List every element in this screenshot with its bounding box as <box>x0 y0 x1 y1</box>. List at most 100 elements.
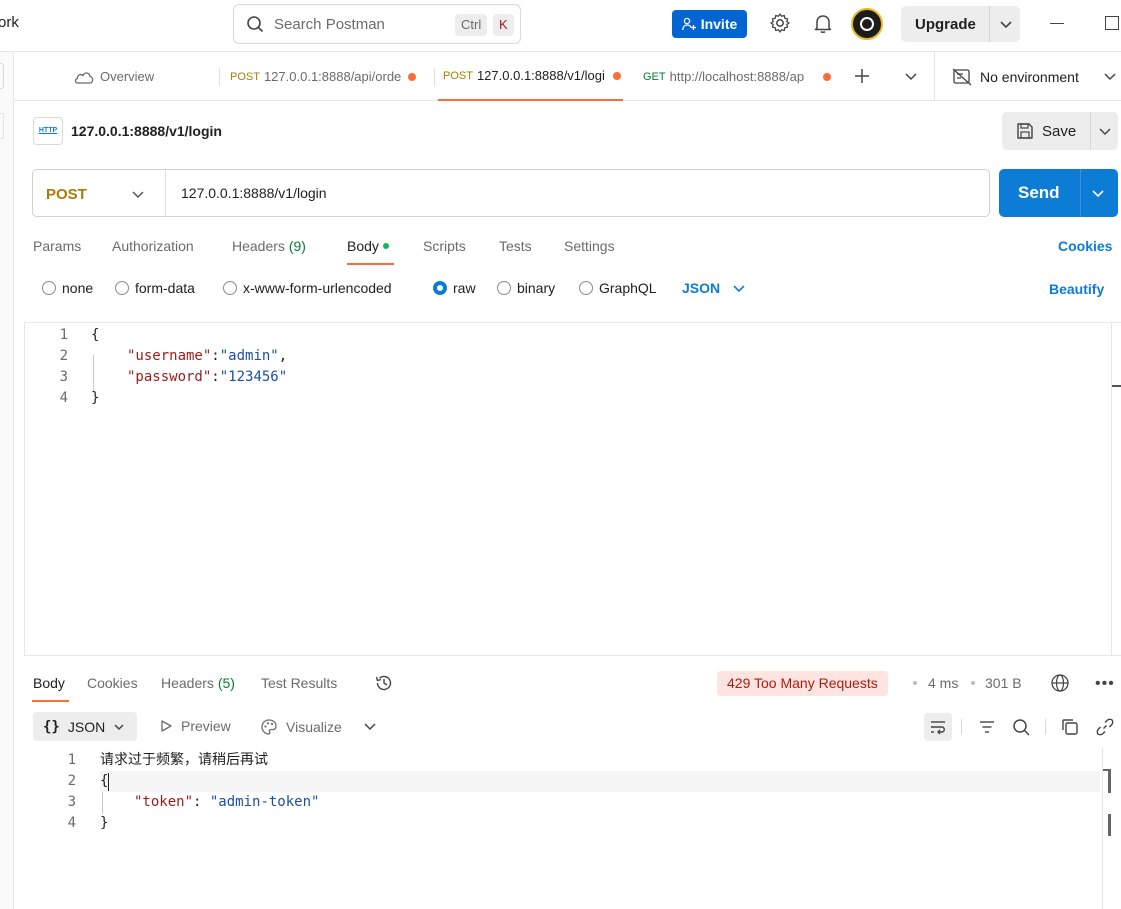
code-line: "username":"admin", <box>127 346 287 367</box>
http-request-icon: HTTP <box>33 117 63 145</box>
method-select[interactable]: POST <box>46 186 87 203</box>
beautify-link[interactable]: Beautify <box>1049 281 1104 297</box>
radio-circle <box>223 281 237 295</box>
active-tab-underline <box>347 263 394 265</box>
response-tab-headers[interactable]: Headers (5) <box>161 675 235 691</box>
top-bar: ork Search Postman Ctrl K Invite Upgrade <box>0 0 1121 52</box>
code-line: } <box>91 390 100 406</box>
radio-urlencoded[interactable]: x-www-form-urlencoded <box>223 280 392 296</box>
more-options-icon[interactable]: ••• <box>1095 675 1115 692</box>
response-size[interactable]: 301 B <box>985 675 1022 691</box>
chevron-down-icon[interactable] <box>1097 123 1113 139</box>
send-label: Send <box>1018 183 1060 202</box>
response-format-select[interactable]: {} JSON <box>33 712 137 741</box>
preview-button[interactable]: Preview <box>159 718 231 734</box>
chevron-down-icon[interactable] <box>1102 68 1118 84</box>
radio-graphql[interactable]: GraphQL <box>579 280 657 296</box>
environment-selector[interactable]: No environment <box>952 52 1079 101</box>
radio-raw[interactable]: raw <box>433 280 476 296</box>
search-placeholder: Search Postman <box>274 16 385 33</box>
tab-body-label: Body <box>347 238 379 254</box>
unsaved-dot <box>822 72 831 81</box>
url-input[interactable]: 127.0.0.1:8888/v1/login <box>181 185 327 201</box>
tab-method: GET <box>643 70 666 83</box>
json-value: "admin" <box>219 348 279 364</box>
request-title-row: HTTP 127.0.0.1:8888/v1/login Save <box>14 102 1121 160</box>
sidebar-edge-control[interactable] <box>0 63 4 89</box>
request-body-editor[interactable]: 1 2 3 4 { "username":"admin", "password"… <box>24 322 1121 656</box>
unsaved-dot <box>407 72 416 81</box>
status-badge[interactable]: 429 Too Many Requests <box>717 671 888 696</box>
upgrade-button[interactable]: Upgrade <box>901 6 1020 42</box>
tab-url: 127.0.0.1:8888/api/orde <box>263 69 402 84</box>
radio-circle-selected <box>433 281 447 295</box>
chevron-down-icon[interactable] <box>130 186 146 202</box>
chevron-down-icon[interactable] <box>363 719 377 733</box>
filter-icon[interactable] <box>977 717 997 737</box>
chevron-down-icon[interactable] <box>997 15 1015 33</box>
language-select[interactable]: JSON <box>682 280 746 296</box>
response-tab-cookies[interactable]: Cookies <box>87 675 138 691</box>
search-icon[interactable] <box>1011 717 1031 737</box>
radio-binary[interactable]: binary <box>497 280 555 296</box>
send-button[interactable]: Send <box>999 169 1118 217</box>
tab-headers[interactable]: Headers (9) <box>232 238 306 254</box>
line-number: 2 <box>67 773 76 789</box>
visualize-button[interactable]: Visualize <box>260 718 342 736</box>
tab-settings[interactable]: Settings <box>564 238 615 254</box>
json-value: "123456" <box>219 369 288 385</box>
avatar[interactable] <box>851 8 883 40</box>
visualize-label: Visualize <box>286 719 342 735</box>
tab-params[interactable]: Params <box>33 238 81 254</box>
language-label: JSON <box>682 280 721 296</box>
tab-overview[interactable]: Overview <box>74 52 154 101</box>
response-tabs: Body Cookies Headers (5) Test Results 42… <box>14 666 1121 702</box>
tab-body[interactable]: Body <box>347 238 389 254</box>
bell-icon[interactable] <box>812 12 834 34</box>
request-name[interactable]: 127.0.0.1:8888/v1/login <box>71 123 222 139</box>
tabs-overflow-chevron-icon[interactable] <box>903 68 919 84</box>
code-line: { <box>91 327 100 343</box>
chevron-down-icon <box>114 723 124 730</box>
link-icon[interactable] <box>1095 717 1115 737</box>
sidebar-edge-control[interactable] <box>0 113 4 139</box>
toolbar-divider <box>961 719 962 735</box>
tab-request-localhost[interactable]: GET http://localhost:8888/ap <box>643 52 833 101</box>
response-body-viewer[interactable]: 1 2 3 4 请求过于频繁，请稍后再试 { "token": "admin-t… <box>14 748 1121 909</box>
code-line: "password":"123456" <box>127 367 287 388</box>
json-colon: : <box>211 369 220 385</box>
cookies-link[interactable]: Cookies <box>1058 238 1112 254</box>
window-minimize-button[interactable] <box>1050 23 1064 24</box>
radio-form-data[interactable]: form-data <box>115 280 195 296</box>
json-key: "token" <box>134 794 194 810</box>
tab-request-login[interactable]: POST 127.0.0.1:8888/v1/logi <box>438 52 623 101</box>
editor-scrollbar[interactable] <box>1111 323 1112 656</box>
save-button[interactable]: Save <box>1002 112 1118 150</box>
copy-icon[interactable] <box>1060 717 1080 737</box>
headers-count: (9) <box>288 238 306 254</box>
new-tab-plus-icon[interactable] <box>852 66 872 86</box>
response-time[interactable]: 4 ms <box>928 675 958 691</box>
tab-authorization[interactable]: Authorization <box>112 238 194 254</box>
radio-label: GraphQL <box>599 280 657 296</box>
no-environment-icon <box>952 68 972 85</box>
chevron-down-icon[interactable] <box>1090 185 1106 201</box>
window-maximize-button[interactable] <box>1105 16 1119 30</box>
palette-icon <box>261 719 277 735</box>
tab-request-orders[interactable]: POST 127.0.0.1:8888/api/orde <box>230 52 434 101</box>
tab-tests[interactable]: Tests <box>499 238 532 254</box>
wrap-lines-button[interactable] <box>924 713 952 741</box>
search-box[interactable]: Search Postman Ctrl K <box>233 4 521 44</box>
tab-scripts[interactable]: Scripts <box>423 238 466 254</box>
radio-none[interactable]: none <box>42 280 93 296</box>
history-icon[interactable] <box>374 673 394 693</box>
invite-button[interactable]: Invite <box>672 10 747 38</box>
gear-icon[interactable] <box>769 12 791 34</box>
tab-overview-label: Overview <box>100 69 155 84</box>
response-scrollbar[interactable] <box>1102 748 1103 909</box>
response-tab-test-results[interactable]: Test Results <box>261 675 337 691</box>
workspace-name[interactable]: ork <box>0 14 19 31</box>
response-tab-body[interactable]: Body <box>33 675 65 691</box>
globe-icon[interactable] <box>1050 673 1070 693</box>
response-headers-count: (5) <box>217 675 235 691</box>
